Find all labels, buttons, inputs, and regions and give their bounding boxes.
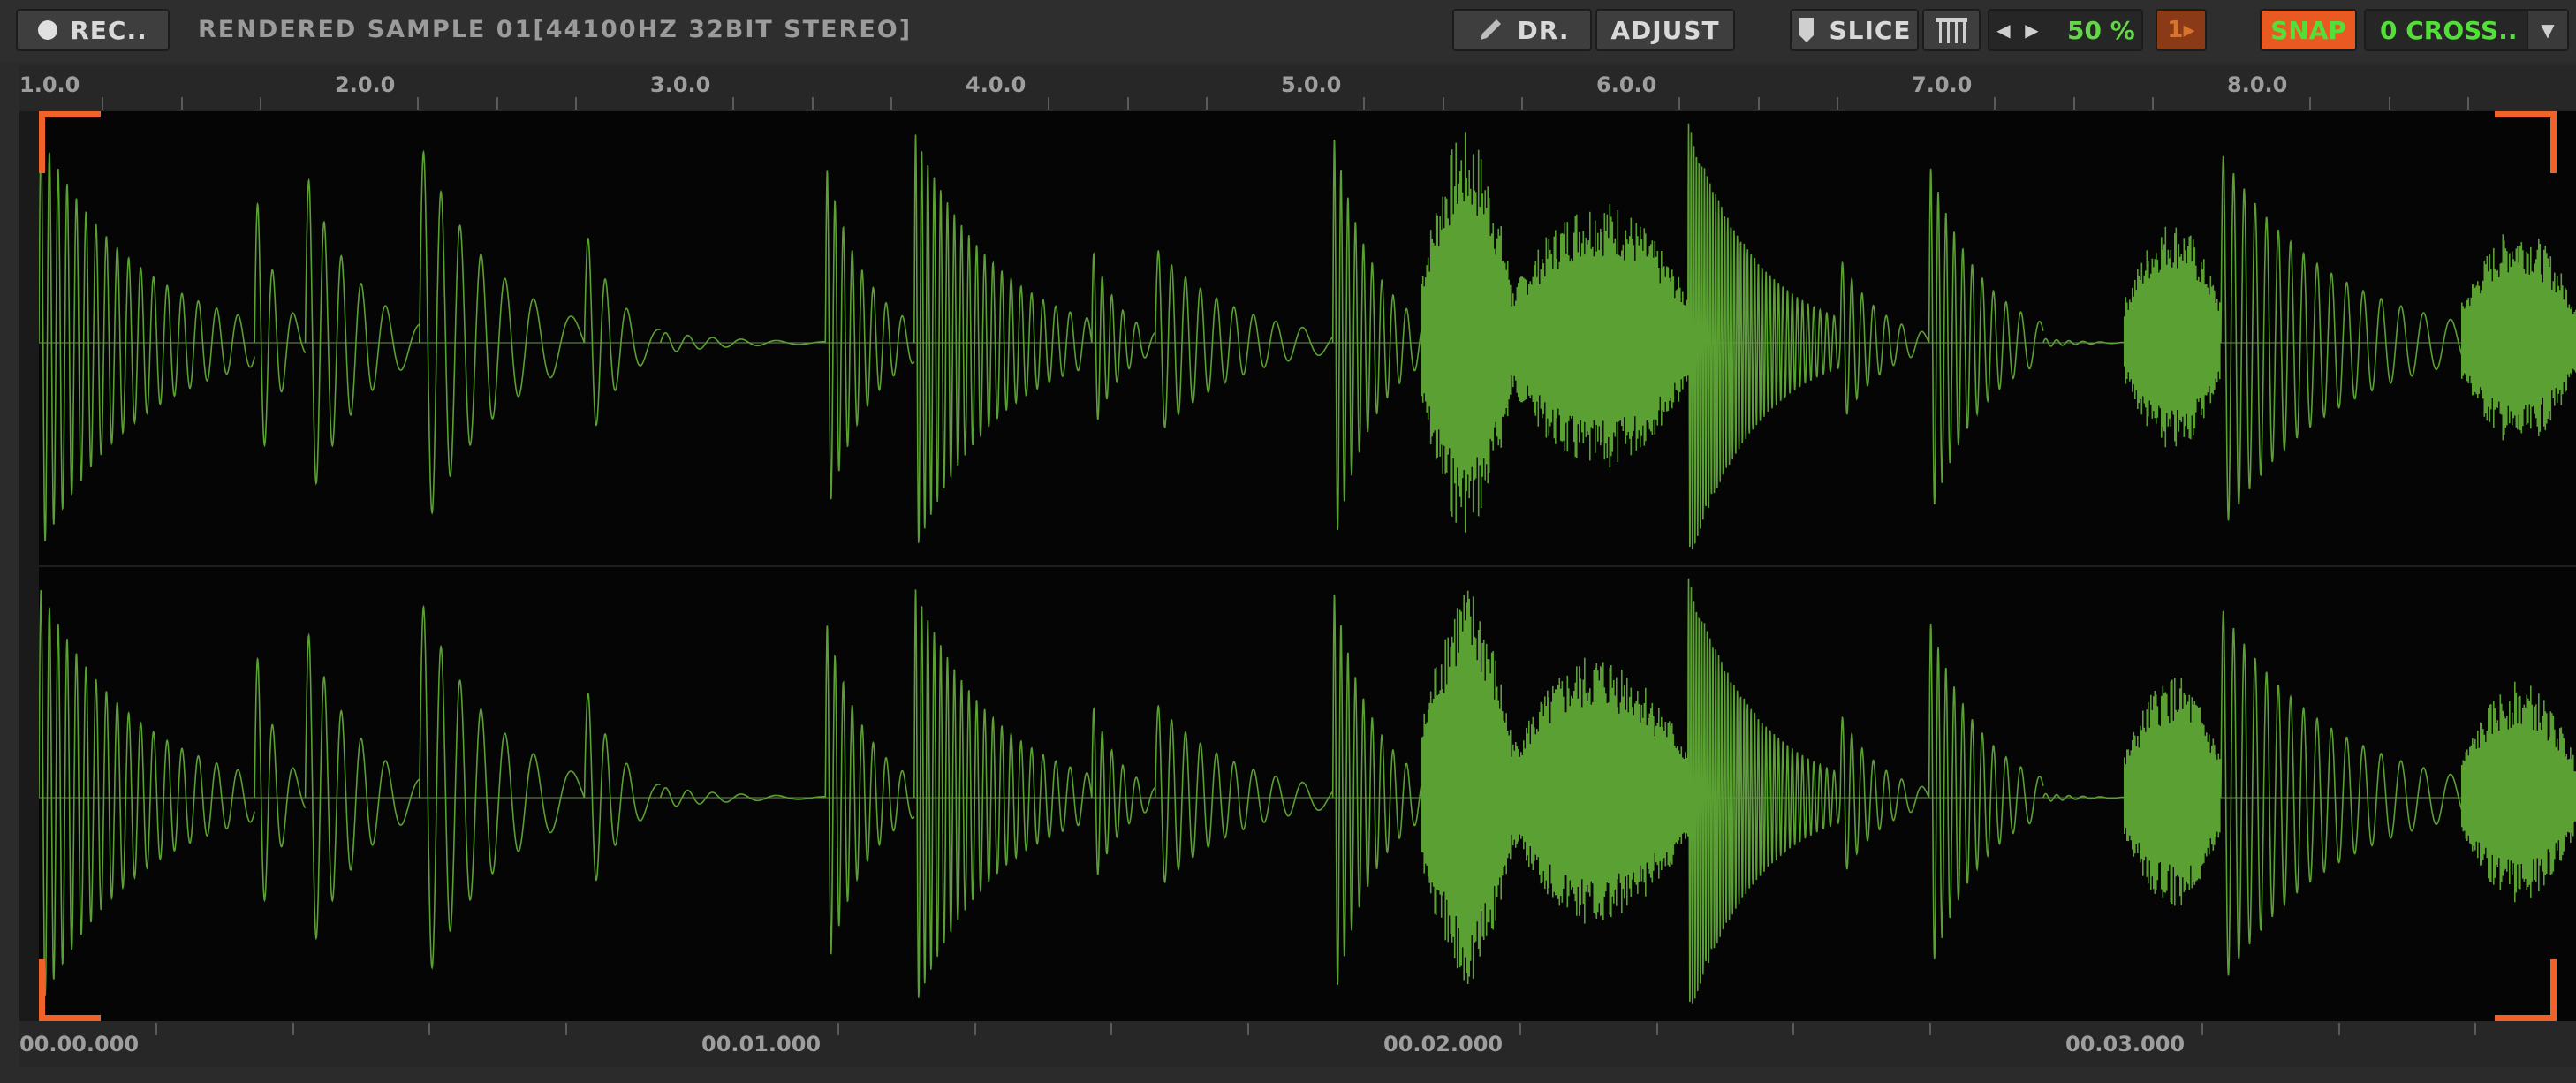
ruler-tick	[259, 97, 261, 110]
time-tick	[1928, 1023, 1931, 1035]
ruler-bar-label: 2.0.0	[335, 72, 396, 97]
ruler-tick	[1994, 97, 1996, 110]
slice-button[interactable]: SLICE	[1790, 9, 1919, 51]
ruler-tick	[2388, 97, 2390, 110]
ruler-bar-label: 6.0.0	[1596, 72, 1657, 97]
time-tick	[292, 1023, 294, 1035]
ruler-tick	[102, 97, 104, 110]
ruler-tick	[1205, 97, 1208, 110]
draw-button[interactable]: DR.	[1452, 9, 1592, 51]
ruler-tick	[1520, 97, 1523, 110]
ruler-bar-label: 7.0.0	[1912, 72, 1973, 97]
zero-crossing-select[interactable]: 0 CROSS..	[2364, 9, 2528, 51]
zoom-percent: 50 %	[2067, 15, 2135, 45]
waveform-display[interactable]	[39, 111, 2576, 1021]
time-tick	[2337, 1023, 2340, 1035]
ruler-tick	[1757, 97, 1760, 110]
time-tick	[1655, 1023, 1658, 1035]
time-tick	[1792, 1023, 1795, 1035]
slice-label: SLICE	[1829, 15, 1912, 45]
adjust-label: ADJUST	[1610, 15, 1720, 45]
ruler-tick	[180, 97, 183, 110]
record-dot-icon	[38, 20, 58, 40]
ruler-tick	[2466, 97, 2469, 110]
loop-end-marker-bottom[interactable]	[2495, 959, 2557, 1021]
time-label: 00.02.000	[1383, 1032, 1504, 1056]
ruler-bar-label: 5.0.0	[1281, 72, 1342, 97]
ruler-bar-label: 4.0.0	[966, 72, 1027, 97]
ruler-tick	[811, 97, 814, 110]
time-tick	[837, 1023, 840, 1035]
bar-ruler[interactable]: 1.0.0 2.0.0 3.0.0 4.0.0 5.0.0 6.0.0 7.0.0 8.0.0	[19, 65, 2576, 111]
ruler-tick	[2309, 97, 2312, 110]
time-tick	[2474, 1023, 2477, 1035]
slice-lines-icon	[1936, 18, 1967, 43]
ruler-tick	[732, 97, 735, 110]
ruler-tick	[1678, 97, 1681, 110]
adjust-button[interactable]: ADJUST	[1595, 9, 1735, 51]
zoom-control[interactable]: ◀ ▶ 50 %	[1988, 9, 2143, 51]
arrow-left-icon[interactable]: ◀	[1989, 19, 2018, 41]
time-label: 00.01.000	[701, 1032, 822, 1056]
toolbar: REC.. RENDERED SAMPLE 01[44100HZ 32BIT S…	[0, 0, 2576, 62]
loop-start-marker-bottom[interactable]	[39, 959, 101, 1021]
ruler-tick	[1363, 97, 1366, 110]
waveform-left-channel	[39, 123, 2576, 549]
time-tick	[1246, 1023, 1249, 1035]
slice-marker-icon	[1799, 18, 1815, 42]
snap-button[interactable]: SNAP	[2260, 9, 2357, 51]
ruler-tick	[574, 97, 577, 110]
chevron-down-icon[interactable]: ▼	[2527, 9, 2569, 51]
ruler-tick	[417, 97, 420, 110]
ruler-tick	[496, 97, 498, 110]
time-tick	[155, 1023, 158, 1035]
waveform-svg	[39, 123, 2576, 1004]
ruler-bar-label: 3.0.0	[650, 72, 711, 97]
one-shot-button[interactable]: 1▸	[2156, 9, 2207, 51]
time-ruler[interactable]: 00.00.000 00.01.000 00.02.000 00.03.000	[19, 1021, 2576, 1067]
ruler-tick	[1442, 97, 1444, 110]
ruler-bar-label: 8.0.0	[2227, 72, 2288, 97]
loop-start-marker-top[interactable]	[39, 111, 101, 173]
time-label: 00.00.000	[19, 1032, 140, 1056]
time-tick	[974, 1023, 976, 1035]
time-tick	[1110, 1023, 1113, 1035]
ruler-tick	[1048, 97, 1050, 110]
ruler-tick	[1126, 97, 1129, 110]
slice-view-button[interactable]	[1922, 9, 1981, 51]
arrow-right-icon[interactable]: ▶	[2018, 19, 2046, 41]
sample-title: RENDERED SAMPLE 01[44100HZ 32BIT STEREO]	[198, 16, 913, 43]
ruler-tick	[1836, 97, 1838, 110]
rec-label: REC..	[70, 15, 148, 45]
draw-label: DR.	[1517, 15, 1570, 45]
ruler-tick	[2151, 97, 2154, 110]
ruler-tick	[2072, 97, 2075, 110]
pencil-icon	[1480, 19, 1501, 40]
ruler-bar-label: 1.0.0	[19, 72, 80, 97]
waveform-right-channel	[39, 578, 2576, 1004]
time-tick	[2201, 1023, 2204, 1035]
ruler-tick	[890, 97, 892, 110]
sample-editor: 1.0.0 2.0.0 3.0.0 4.0.0 5.0.0 6.0.0 7.0.0 8.0.0…	[19, 65, 2576, 1067]
rec-button[interactable]: REC..	[16, 9, 170, 51]
time-tick	[428, 1023, 431, 1035]
time-label: 00.03.000	[2065, 1032, 2186, 1056]
loop-end-marker-top[interactable]	[2495, 111, 2557, 173]
time-tick	[564, 1023, 567, 1035]
time-tick	[1519, 1023, 1522, 1035]
